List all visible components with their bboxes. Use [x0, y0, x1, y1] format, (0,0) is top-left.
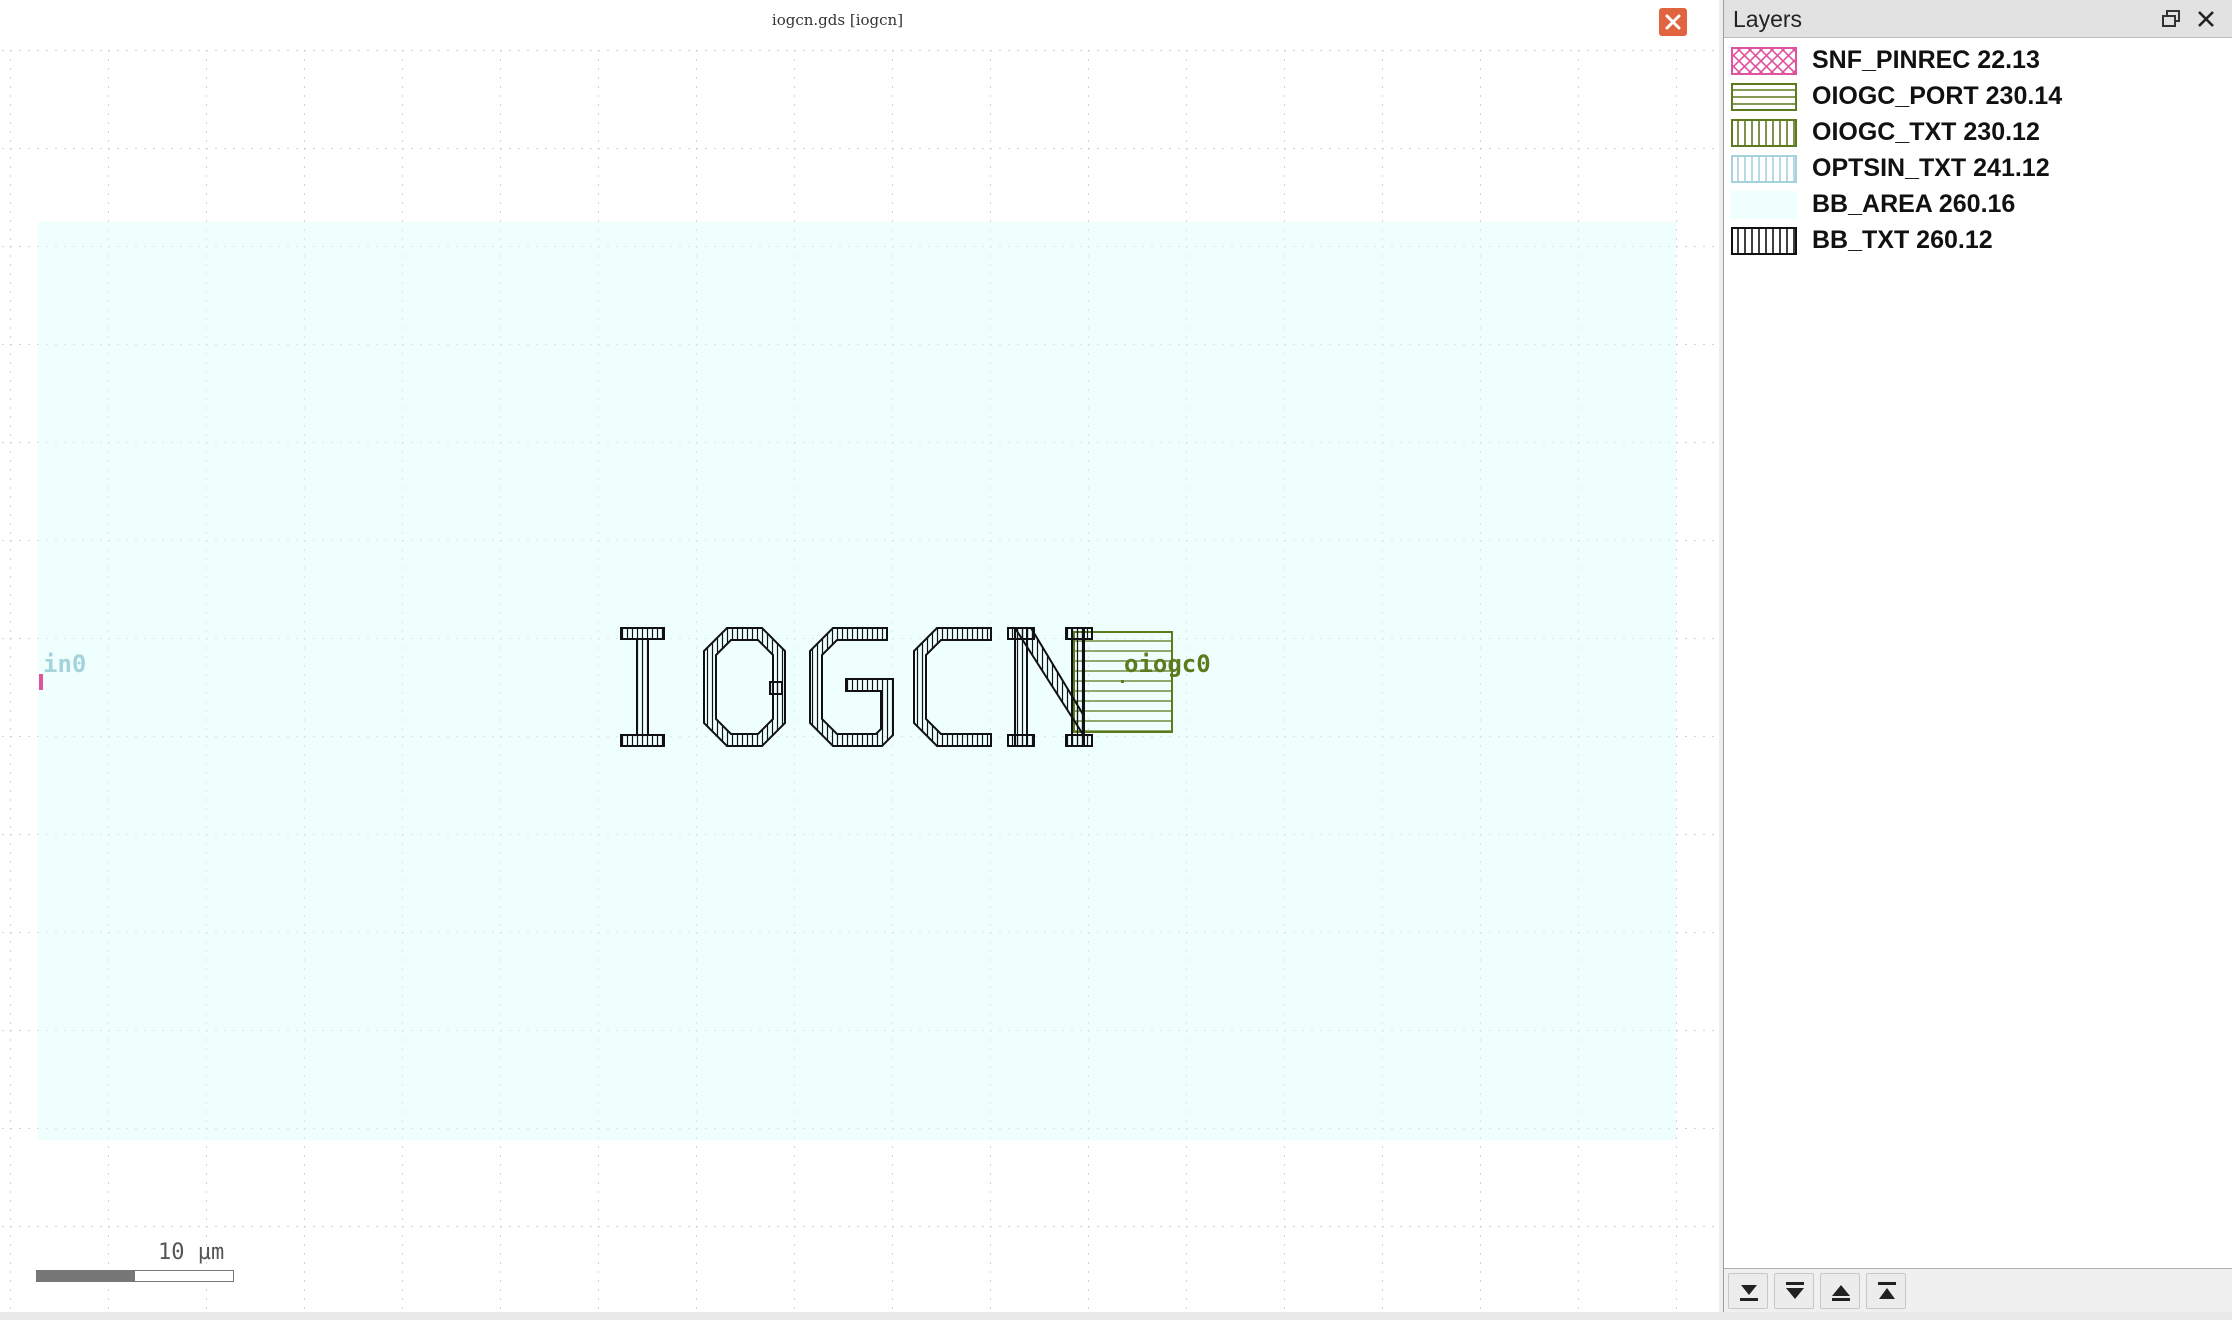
port-label-in[interactable]: in0	[43, 650, 86, 678]
layer-row[interactable]: SNF_PINREC 22.13	[1724, 44, 2232, 80]
scale-bar-label: 10 µm	[158, 1240, 225, 1265]
layer-row[interactable]: OIOGC_PORT 230.14	[1724, 80, 2232, 116]
layer-name: OIOGC_PORT 230.14	[1812, 82, 2063, 110]
layout-drawing: in0 oiogc0	[0, 46, 1716, 1314]
move-up-button[interactable]	[1820, 1273, 1860, 1309]
scale-bar	[36, 1270, 234, 1282]
layers-panel-title: Layers	[1733, 6, 1803, 32]
pinrec-marker[interactable]	[39, 674, 43, 690]
close-panel-button[interactable]	[2194, 7, 2218, 31]
layer-swatch	[1731, 47, 1797, 75]
layout-viewer[interactable]: iogcn.gds [iogcn] in0 oiogc0 10 µm	[0, 0, 1719, 1320]
move-to-bottom-button[interactable]	[1728, 1273, 1768, 1309]
move-to-bottom-icon	[1740, 1285, 1758, 1301]
oiogc-txt-marker	[1121, 680, 1124, 683]
layer-row[interactable]: BB_AREA 260.16	[1724, 188, 2232, 224]
move-to-top-button[interactable]	[1866, 1273, 1906, 1309]
move-down-icon	[1786, 1282, 1804, 1299]
move-up-icon	[1832, 1285, 1850, 1301]
viewer-titlebar: iogcn.gds [iogcn]	[0, 0, 1719, 46]
layer-name: OIOGC_TXT 230.12	[1812, 118, 2040, 146]
restore-window-icon	[2162, 10, 2180, 27]
move-down-button[interactable]	[1774, 1273, 1814, 1309]
layers-panel-header: Layers	[1724, 0, 2232, 38]
layer-row[interactable]: OPTSIN_TXT 241.12	[1724, 152, 2232, 188]
layer-name: SNF_PINREC 22.13	[1812, 46, 2040, 74]
status-strip	[0, 1312, 2232, 1320]
glyph-o-mark	[769, 681, 783, 695]
port-label-out[interactable]: oiogc0	[1124, 650, 1211, 678]
layer-row[interactable]: OIOGC_TXT 230.12	[1724, 116, 2232, 152]
layout-canvas[interactable]: in0 oiogc0	[0, 46, 1716, 1314]
tab-title: iogcn.gds [iogcn]	[771, 11, 904, 29]
layer-name: BB_AREA 260.16	[1812, 190, 2016, 218]
close-icon	[1665, 14, 1681, 30]
layer-name: BB_TXT 260.12	[1812, 226, 1993, 254]
layer-swatch	[1731, 83, 1797, 111]
layer-swatch	[1731, 227, 1797, 255]
layers-panel-toolbar	[1724, 1268, 2232, 1312]
layer-swatch	[1731, 155, 1797, 183]
scale-bar-fill	[37, 1271, 135, 1281]
layer-swatch	[1731, 119, 1797, 147]
layer-name: OPTSIN_TXT 241.12	[1812, 154, 2050, 182]
close-tab-button[interactable]	[1659, 8, 1687, 36]
layer-row[interactable]: BB_TXT 260.12	[1724, 224, 2232, 260]
close-icon	[2198, 11, 2214, 27]
layers-panel: Layers SNF_PINREC 22.13 OIOGC_PORT 230.14…	[1723, 0, 2232, 1312]
move-to-top-icon	[1878, 1282, 1896, 1299]
layer-list: SNF_PINREC 22.13 OIOGC_PORT 230.14 OIOGC_T…	[1724, 44, 2232, 260]
layer-swatch	[1731, 191, 1797, 219]
float-panel-button[interactable]	[2160, 8, 2182, 30]
